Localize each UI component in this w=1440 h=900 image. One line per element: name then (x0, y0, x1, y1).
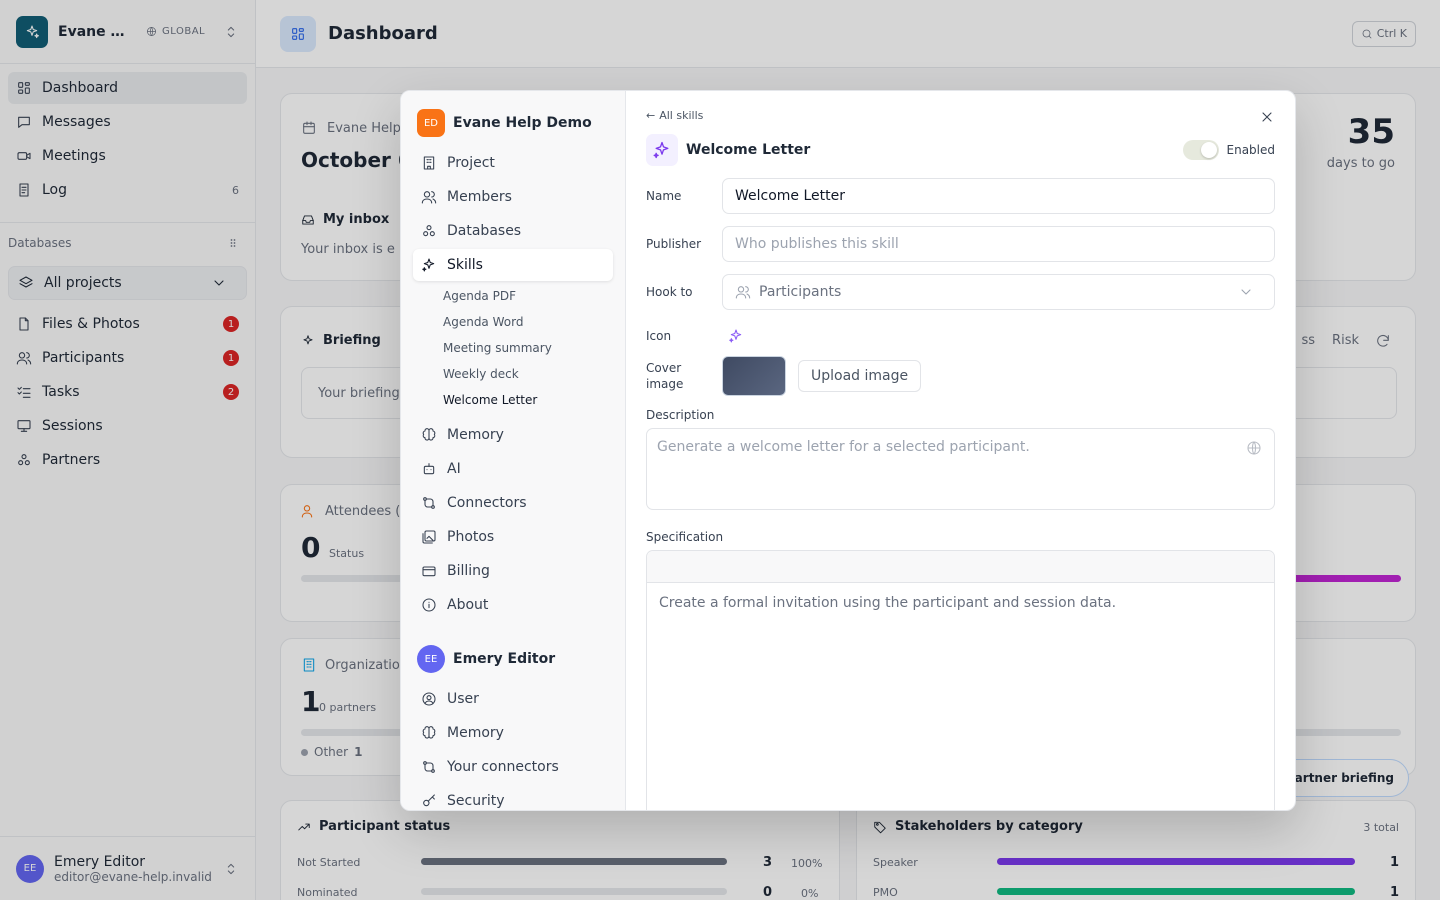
user-section-header: EE Emery Editor (413, 643, 613, 675)
enabled-label: Enabled (1226, 143, 1276, 157)
settings-item-label: Memory (447, 725, 504, 741)
settings-item-label: AI (447, 461, 461, 477)
settings-modal: ED Evane Help Demo Project Members Datab… (400, 90, 1296, 811)
cover-label: Cover image (646, 361, 684, 391)
skill-item-agenda-word[interactable]: Agenda Word (413, 309, 613, 335)
building-icon (423, 156, 435, 170)
hook-label: Hook to (646, 285, 693, 299)
specification-editor[interactable]: Create a formal invitation using the par… (646, 550, 1275, 810)
avatar: EE (417, 645, 445, 673)
description-label: Description (646, 408, 715, 422)
connector-icon (423, 761, 435, 773)
settings-item-project[interactable]: Project (413, 147, 613, 179)
publisher-label: Publisher (646, 237, 702, 251)
settings-item-label: Photos (447, 529, 495, 545)
users-icon (735, 286, 751, 299)
settings-item-label: Billing (447, 563, 490, 579)
hook-value: Participants (759, 284, 842, 300)
skill-item-weekly-deck[interactable]: Weekly deck (413, 361, 613, 387)
skill-title: Welcome Letter (686, 142, 811, 158)
settings-item-label: Databases (447, 223, 522, 239)
skill-item-agenda-pdf[interactable]: Agenda PDF (413, 283, 613, 309)
skill-item-welcome-letter[interactable]: Welcome Letter (413, 387, 613, 413)
arrow-left-icon: ← (646, 109, 656, 122)
description-input[interactable]: Generate a welcome letter for a selected… (646, 428, 1275, 510)
sparkles-icon (422, 258, 435, 272)
icon-label: Icon (646, 329, 672, 343)
settings-item-user[interactable]: User (413, 683, 613, 715)
brain-icon (422, 428, 436, 441)
name-label: Name (646, 189, 682, 203)
skill-item-meeting-summary[interactable]: Meeting summary (413, 335, 613, 361)
hook-select[interactable]: Participants (722, 274, 1275, 310)
settings-item-label: Memory (447, 427, 504, 443)
settings-item-label: Connectors (447, 495, 527, 511)
key-icon (423, 794, 435, 807)
brain-icon (422, 726, 436, 739)
sparkles-icon (653, 141, 669, 159)
name-input[interactable] (722, 178, 1275, 214)
databases-icon (423, 225, 435, 237)
settings-item-label: Security (447, 793, 505, 809)
settings-item-photos[interactable]: Photos (413, 521, 613, 553)
settings-nav: ED Evane Help Demo Project Members Datab… (401, 91, 626, 810)
back-label: All skills (659, 109, 704, 122)
enabled-toggle[interactable] (1182, 140, 1219, 160)
settings-item-memory[interactable]: Memory (413, 419, 613, 451)
skill-editor: ← All skills Welcome Letter Enabled Name… (626, 91, 1295, 810)
project-avatar: ED (417, 109, 445, 137)
settings-item-databases[interactable]: Databases (413, 215, 613, 247)
close-button[interactable] (1259, 109, 1275, 125)
settings-item-user-memory[interactable]: Memory (413, 717, 613, 749)
project-name: Evane Help Demo (453, 115, 592, 131)
globe-icon[interactable] (1246, 440, 1262, 456)
settings-item-your-connectors[interactable]: Your connectors (413, 751, 613, 783)
skill-header: Welcome Letter Enabled (646, 134, 1275, 166)
publisher-input[interactable] (722, 226, 1275, 262)
photos-icon (422, 530, 436, 544)
card-icon (422, 566, 436, 577)
cover-image-thumbnail[interactable] (722, 356, 786, 396)
skill-icon (646, 134, 678, 166)
icon-picker[interactable] (722, 328, 744, 344)
editor-toolbar (647, 551, 1274, 583)
settings-item-label: Skills (447, 257, 483, 273)
settings-item-label: Members (447, 189, 512, 205)
settings-item-label: User (447, 691, 479, 707)
specification-label: Specification (646, 530, 724, 544)
upload-image-button[interactable]: Upload image (798, 360, 922, 392)
settings-item-label: Project (447, 155, 495, 171)
settings-item-ai[interactable]: AI (413, 453, 613, 485)
settings-item-connectors[interactable]: Connectors (413, 487, 613, 519)
bot-icon (423, 463, 435, 475)
back-to-skills-link[interactable]: ← All skills (646, 109, 1275, 122)
settings-item-security[interactable]: Security (413, 785, 613, 810)
settings-item-members[interactable]: Members (413, 181, 613, 213)
settings-item-label: Your connectors (447, 759, 559, 775)
settings-item-billing[interactable]: Billing (413, 555, 613, 587)
project-section-header: ED Evane Help Demo (413, 107, 613, 139)
settings-item-skills[interactable]: Skills (413, 249, 613, 281)
sparkles-icon (729, 329, 742, 343)
description-placeholder: Generate a welcome letter for a selected… (657, 439, 1030, 455)
settings-item-about[interactable]: About (413, 589, 613, 621)
chevron-down-icon (1241, 289, 1251, 295)
info-icon (422, 598, 436, 612)
settings-item-label: About (447, 597, 489, 613)
connector-icon (423, 497, 435, 509)
close-icon (1262, 112, 1272, 122)
specification-placeholder: Create a formal invitation using the par… (659, 595, 1117, 611)
user-circle-icon (422, 692, 436, 706)
users-icon (421, 191, 437, 204)
user-section-name: Emery Editor (453, 651, 556, 667)
